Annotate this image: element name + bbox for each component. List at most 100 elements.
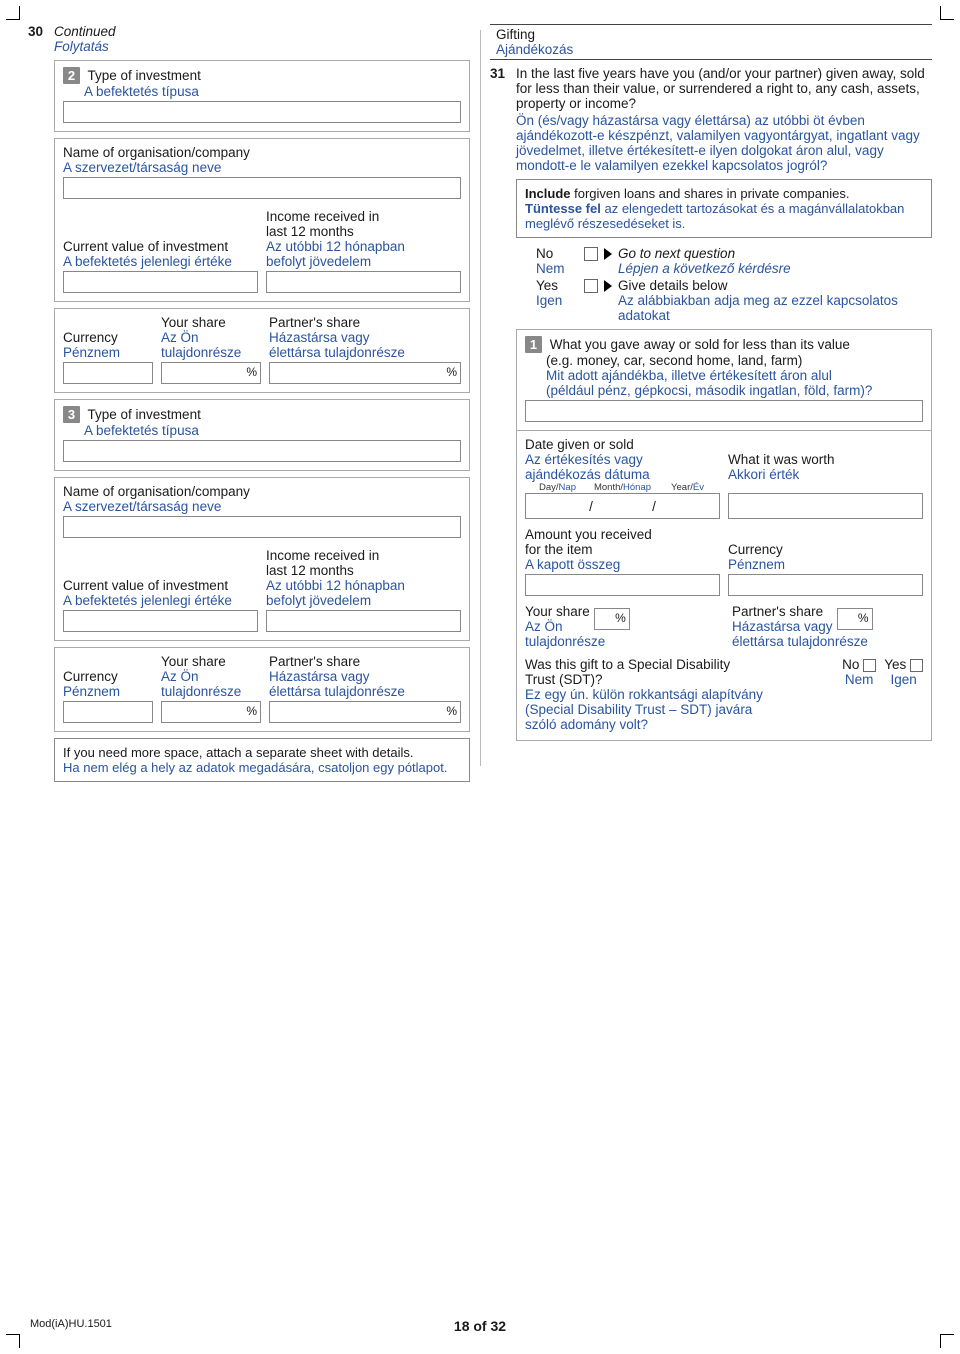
sdt-en2: Trust (SDT)? bbox=[525, 672, 834, 687]
q30-org-block-3: Name of organisation/company A szervezet… bbox=[54, 477, 470, 641]
currency-input[interactable] bbox=[63, 701, 153, 723]
pct-sign: % bbox=[858, 611, 869, 625]
income-en2: last 12 months bbox=[266, 224, 461, 239]
section-rule bbox=[490, 59, 932, 60]
type-hu: A befektetés típusa bbox=[84, 423, 461, 438]
type-en: Type of investment bbox=[88, 407, 201, 422]
currency-en: Currency bbox=[63, 669, 153, 684]
amount-en2: for the item bbox=[525, 542, 720, 557]
pct-sign: % bbox=[246, 704, 257, 718]
no-checkbox[interactable] bbox=[584, 247, 598, 261]
partnershare-en: Partner's share bbox=[269, 654, 461, 669]
yourshare-en: Your share bbox=[161, 654, 261, 669]
date-en: Date given or sold bbox=[525, 437, 720, 452]
q30-number: 30 bbox=[28, 24, 54, 39]
q30-org-block-2: Name of organisation/company A szervezet… bbox=[54, 138, 470, 302]
yourshare-hu2: tulajdonrésze bbox=[161, 684, 261, 699]
amount-input[interactable] bbox=[525, 574, 720, 596]
arrow-icon bbox=[604, 280, 612, 292]
currency-input[interactable] bbox=[63, 362, 153, 384]
sdt-hu1: Ez egy ún. külön rokkantsági alapítvány bbox=[525, 687, 834, 702]
month-en: Month bbox=[594, 482, 620, 493]
pct-sign: % bbox=[446, 365, 457, 379]
currency-input[interactable] bbox=[728, 574, 923, 596]
what-input[interactable] bbox=[525, 400, 923, 422]
block-badge: 3 bbox=[63, 406, 80, 423]
income-hu2: befolyt jövedelem bbox=[266, 593, 461, 608]
what-hu1: Mit adott ajándékba, illetve értékesítet… bbox=[546, 368, 923, 383]
q30-share-block-2: Currency Pénznem Your share Az Ön tulajd… bbox=[54, 308, 470, 393]
type-input[interactable] bbox=[63, 440, 461, 462]
yourshare-hu2: tulajdonrésze bbox=[525, 634, 716, 649]
income-input[interactable] bbox=[266, 610, 461, 632]
currency-hu: Pénznem bbox=[728, 557, 923, 572]
yourshare-hu1: Az Ön bbox=[525, 619, 590, 634]
yourshare-hu2: tulajdonrésze bbox=[161, 345, 261, 360]
q30-investment-block-3: 3 Type of investment A befektetés típusa bbox=[54, 399, 470, 471]
day-hu: Nap bbox=[559, 482, 576, 493]
yes-give-hu: Az alábbiakban adja meg az ezzel kapcsol… bbox=[618, 293, 932, 323]
partnershare-en: Partner's share bbox=[269, 315, 461, 330]
income-en2: last 12 months bbox=[266, 563, 461, 578]
yes-give-en: Give details below bbox=[618, 278, 932, 293]
partnershare-hu1: Házastársa vagy bbox=[269, 330, 461, 345]
trim-mark-br bbox=[940, 1334, 954, 1348]
q30-morespace-note: If you need more space, attach a separat… bbox=[54, 738, 470, 782]
q30-continued-hu: Folytatás bbox=[54, 39, 470, 54]
sdt-yes-checkbox[interactable] bbox=[910, 659, 923, 672]
partnershare-input[interactable] bbox=[269, 701, 461, 723]
partnershare-input[interactable] bbox=[269, 362, 461, 384]
what-eg-en: (e.g. money, car, second home, land, far… bbox=[546, 353, 923, 368]
curval-en: Current value of investment bbox=[63, 578, 258, 593]
worth-hu: Akkori érték bbox=[728, 467, 923, 482]
slash: / bbox=[589, 499, 593, 514]
partnershare-en: Partner's share bbox=[732, 604, 833, 619]
type-en: Type of investment bbox=[88, 68, 201, 83]
worth-en: What it was worth bbox=[728, 452, 923, 467]
yourshare-en: Your share bbox=[525, 604, 590, 619]
yourshare-input[interactable]: % bbox=[594, 608, 630, 630]
curval-input[interactable] bbox=[63, 610, 258, 632]
sdt-en1: Was this gift to a Special Disability bbox=[525, 657, 834, 672]
morespace-hu: Ha nem elég a hely az adatok megadására,… bbox=[63, 760, 461, 775]
partnershare-input[interactable]: % bbox=[837, 608, 873, 630]
org-hu: A szervezet/társaság neve bbox=[63, 160, 461, 175]
currency-en: Currency bbox=[63, 330, 153, 345]
type-input[interactable] bbox=[63, 101, 461, 123]
org-input[interactable] bbox=[63, 177, 461, 199]
partnershare-hu1: Házastársa vagy bbox=[269, 669, 461, 684]
footer-code: Mod(iA)HU.1501 bbox=[30, 1318, 112, 1330]
org-hu: A szervezet/társaság neve bbox=[63, 499, 461, 514]
curval-hu: A befektetés jelenlegi értéke bbox=[63, 254, 258, 269]
sdt-yes-hu: Igen bbox=[884, 672, 923, 687]
yes-checkbox[interactable] bbox=[584, 279, 598, 293]
gifting-title-en: Gifting bbox=[496, 27, 932, 42]
sdt-hu2: (Special Disability Trust – SDT) javára bbox=[525, 702, 834, 717]
no-en: No bbox=[536, 246, 578, 261]
worth-input[interactable] bbox=[728, 493, 923, 519]
sdt-no-checkbox[interactable] bbox=[863, 659, 876, 672]
no-goto-hu: Lépjen a következő kérdésre bbox=[618, 261, 932, 276]
section-rule bbox=[490, 24, 932, 25]
no-goto-en: Go to next question bbox=[618, 246, 932, 261]
pct-sign: % bbox=[615, 611, 626, 625]
org-input[interactable] bbox=[63, 516, 461, 538]
income-input[interactable] bbox=[266, 271, 461, 293]
gifting-title-hu: Ajándékozás bbox=[496, 42, 932, 57]
amount-hu: A kapott összeg bbox=[525, 557, 720, 572]
amount-en1: Amount you received bbox=[525, 527, 720, 542]
income-hu1: Az utóbbi 12 hónapban bbox=[266, 239, 461, 254]
currency-en: Currency bbox=[728, 542, 923, 557]
sdt-hu3: szóló adomány volt? bbox=[525, 717, 834, 732]
income-en1: Income received in bbox=[266, 548, 461, 563]
q31-text-hu: Ön (és/vagy házastársa vagy élettársa) a… bbox=[516, 113, 932, 173]
curval-input[interactable] bbox=[63, 271, 258, 293]
currency-hu: Pénznem bbox=[63, 345, 153, 360]
curval-hu: A befektetés jelenlegi értéke bbox=[63, 593, 258, 608]
sdt-yes-en: Yes bbox=[884, 657, 906, 672]
date-input[interactable]: / / bbox=[525, 493, 720, 519]
yes-hu: Igen bbox=[536, 293, 578, 308]
what-en: What you gave away or sold for less than… bbox=[550, 337, 850, 352]
include-hu-b: Tüntesse fel bbox=[525, 201, 601, 216]
q30-investment-block-2: 2 Type of investment A befektetés típusa bbox=[54, 60, 470, 132]
